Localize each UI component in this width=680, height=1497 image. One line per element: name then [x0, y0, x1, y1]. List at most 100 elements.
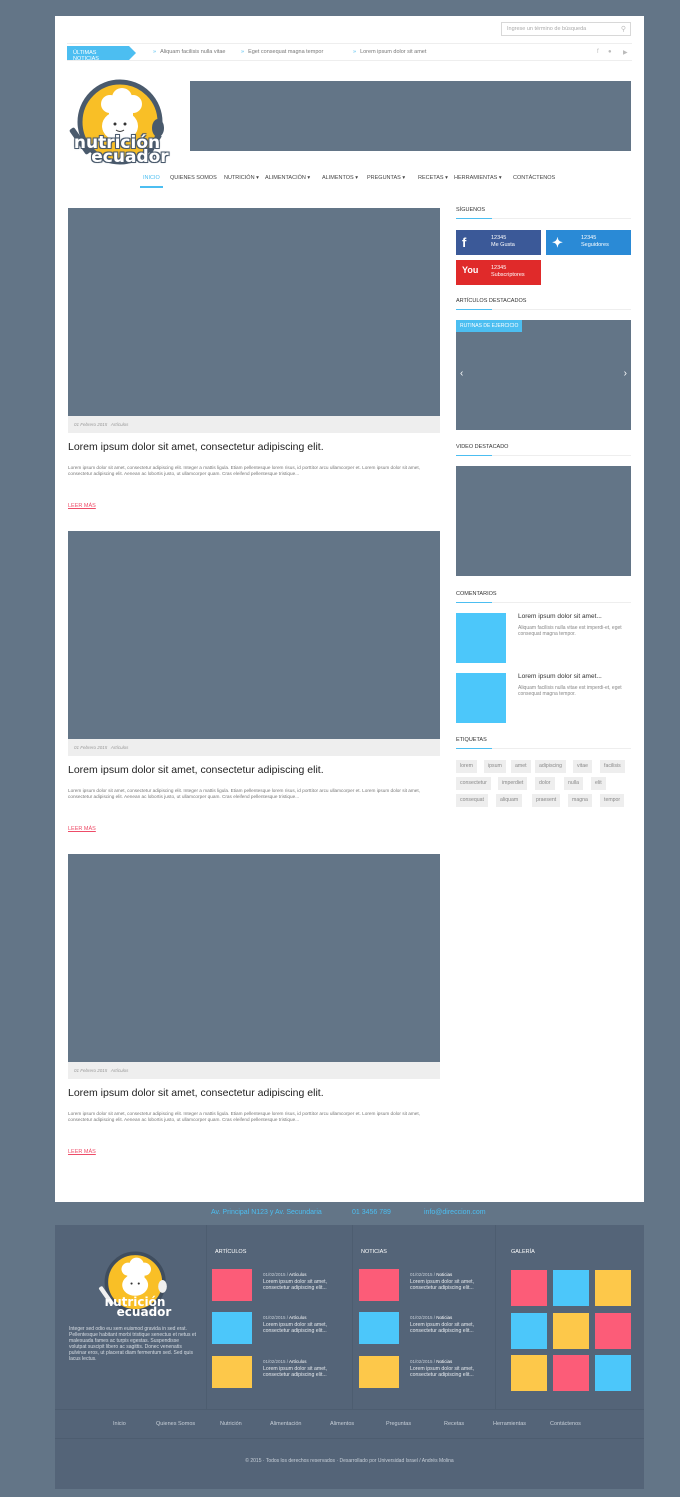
carousel-tag[interactable]: RUTINAS DE EJERCICIO: [456, 320, 523, 332]
chevron-left-icon[interactable]: ‹: [460, 368, 463, 379]
tag[interactable]: ipsum: [484, 760, 506, 773]
news-date: 01/02/2015 / Noticias: [410, 1315, 453, 1320]
facebook-box[interactable]: f 12345 Me Gusta: [456, 230, 541, 255]
comment-thumbnail[interactable]: [456, 673, 506, 723]
nav-inicio[interactable]: INICIO: [143, 175, 160, 181]
footer-articles-heading: ARTÍCULOS: [215, 1249, 247, 1255]
comment-title[interactable]: Lorem ipsum dolor sit amet...: [518, 673, 630, 680]
header-banner[interactable]: [190, 81, 631, 151]
post-title[interactable]: Lorem ipsum dolor sit amet, consectetur …: [68, 1087, 440, 1099]
article-date: 01/02/2015 / Artículos: [263, 1315, 307, 1320]
chevron-right-icon[interactable]: ›: [624, 368, 627, 379]
nav-herramientas[interactable]: HERRAMIENTAS ▾: [454, 175, 502, 181]
facebook-icon: f: [462, 235, 467, 250]
footer-nav-alimentacion[interactable]: Alimentación: [270, 1421, 302, 1427]
tag[interactable]: nulla: [564, 777, 583, 790]
featured-video[interactable]: [456, 466, 631, 576]
news-item[interactable]: » Aliquam facilisis nulla vitae: [153, 49, 225, 55]
tag[interactable]: lorem: [456, 760, 477, 773]
article-thumbnail[interactable]: [212, 1356, 252, 1388]
copyright: © 2015 · Todos los derechos reservados ·…: [245, 1458, 454, 1464]
footer-divider: [206, 1225, 207, 1409]
post-image[interactable]: [68, 531, 440, 739]
post-excerpt: Lorem ipsum dolor sit amet, consectetur …: [68, 465, 420, 476]
news-item[interactable]: » Eget consequat magna tempor: [241, 49, 323, 55]
gallery-image[interactable]: [553, 1270, 589, 1306]
tags-heading: ETIQUETAS: [456, 737, 631, 749]
nav-quienes-somos[interactable]: QUIENES SOMOS: [170, 175, 217, 181]
comment-title[interactable]: Lorem ipsum dolor sit amet...: [518, 613, 630, 620]
footer-nav-nutricion[interactable]: Nutrición: [220, 1421, 242, 1427]
post-excerpt: Lorem ipsum dolor sit amet, consectetur …: [68, 788, 420, 799]
article-text[interactable]: Lorem ipsum dolor sit amet, consectetur …: [263, 1279, 345, 1292]
footer-gallery-heading: GALERÍA: [511, 1249, 535, 1255]
nav-recetas[interactable]: RECETAS ▾: [418, 175, 448, 181]
gallery-image[interactable]: [595, 1270, 631, 1306]
tag[interactable]: aliquam: [496, 794, 523, 807]
youtube-icon[interactable]: ▶: [623, 49, 628, 56]
news-thumbnail[interactable]: [359, 1312, 399, 1344]
nav-contactenos[interactable]: CONTÁCTENOS: [513, 175, 555, 181]
footer-nav-preguntas[interactable]: Preguntas: [386, 1421, 411, 1427]
search-input[interactable]: Ingrese un término de búsqueda ⚲: [501, 22, 631, 36]
twitter-icon[interactable]: ●: [608, 49, 612, 55]
article-text[interactable]: Lorem ipsum dolor sit amet, consectetur …: [263, 1366, 345, 1379]
gallery-image[interactable]: [553, 1313, 589, 1349]
tag[interactable]: elit: [591, 777, 606, 790]
gallery-image[interactable]: [553, 1355, 589, 1391]
article-thumbnail[interactable]: [212, 1269, 252, 1301]
article-thumbnail[interactable]: [212, 1312, 252, 1344]
footer-nav-inicio[interactable]: Inicio: [113, 1421, 126, 1427]
nav-alimentos[interactable]: ALIMENTOS ▾: [322, 175, 358, 181]
news-thumbnail[interactable]: [359, 1356, 399, 1388]
tag[interactable]: dolor: [535, 777, 555, 790]
tag[interactable]: amet: [511, 760, 531, 773]
tag[interactable]: praesent: [532, 794, 561, 807]
gallery-image[interactable]: [511, 1355, 547, 1391]
news-text[interactable]: Lorem ipsum dolor sit amet, consectetur …: [410, 1366, 492, 1379]
nav-nutricion[interactable]: NUTRICIÓN ▾: [224, 175, 259, 181]
post-title[interactable]: Lorem ipsum dolor sit amet, consectetur …: [68, 441, 440, 453]
gallery-image[interactable]: [595, 1313, 631, 1349]
nav-alimentacion[interactable]: ALIMENTACIÓN ▾: [265, 175, 310, 181]
gallery-image[interactable]: [511, 1270, 547, 1306]
tag[interactable]: vitae: [573, 760, 592, 773]
gallery-image[interactable]: [595, 1355, 631, 1391]
tag[interactable]: adipiscing: [535, 760, 567, 773]
post-image[interactable]: [68, 208, 440, 416]
youtube-box[interactable]: You 12345 Subscriptores: [456, 260, 541, 285]
comment-thumbnail[interactable]: [456, 613, 506, 663]
post-meta: 01 Febrero 2015 Artículos: [68, 416, 440, 433]
footer-nav-contactenos[interactable]: Contáctenos: [550, 1421, 581, 1427]
footer-nav-recetas[interactable]: Recetas: [444, 1421, 464, 1427]
featured-carousel[interactable]: RUTINAS DE EJERCICIO ‹ ›: [456, 320, 631, 430]
search-icon[interactable]: ⚲: [621, 25, 626, 33]
article-text[interactable]: Lorem ipsum dolor sit amet, consectetur …: [263, 1322, 345, 1335]
tag[interactable]: consequat: [456, 794, 488, 807]
search-placeholder: Ingrese un término de búsqueda: [507, 26, 587, 32]
contact-email[interactable]: info@direccion.com: [424, 1209, 486, 1216]
news-text[interactable]: Lorem ipsum dolor sit amet, consectetur …: [410, 1279, 492, 1292]
footer-nav-quienes-somos[interactable]: Quienes Somos: [156, 1421, 195, 1427]
tag[interactable]: facilisis: [600, 760, 625, 773]
comments-heading: COMENTARIOS: [456, 591, 631, 603]
post-title[interactable]: Lorem ipsum dolor sit amet, consectetur …: [68, 764, 440, 776]
read-more-link[interactable]: LEER MÁS: [68, 826, 96, 832]
gallery-image[interactable]: [511, 1313, 547, 1349]
contact-phone[interactable]: 01 3456 789: [352, 1209, 391, 1216]
tag[interactable]: imperdiet: [498, 777, 528, 790]
news-item[interactable]: » Lorem ipsum dolor sit amet: [353, 49, 426, 55]
news-text[interactable]: Lorem ipsum dolor sit amet, consectetur …: [410, 1322, 492, 1335]
news-thumbnail[interactable]: [359, 1269, 399, 1301]
footer-nav-alimentos[interactable]: Alimentos: [330, 1421, 354, 1427]
read-more-link[interactable]: LEER MÁS: [68, 1149, 96, 1155]
twitter-box[interactable]: ✦ 12345 Seguidores: [546, 230, 631, 255]
nav-preguntas[interactable]: PREGUNTAS ▾: [367, 175, 405, 181]
tag[interactable]: magna: [568, 794, 592, 807]
tag[interactable]: consectetur: [456, 777, 491, 790]
facebook-icon[interactable]: f: [597, 49, 599, 55]
tag[interactable]: tempor: [600, 794, 625, 807]
read-more-link[interactable]: LEER MÁS: [68, 503, 96, 509]
post-image[interactable]: [68, 854, 440, 1062]
footer-nav-herramientas[interactable]: Herramientas: [493, 1421, 526, 1427]
